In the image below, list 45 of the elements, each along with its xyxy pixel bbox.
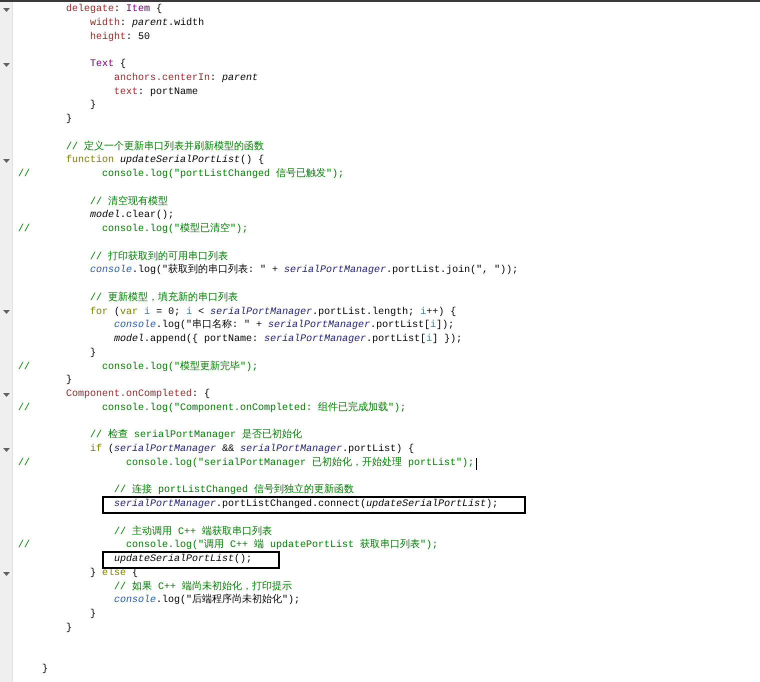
code-line: model.clear(); [90,209,174,223]
code-line: Component.onCompleted: { [66,388,210,402]
code-line: // 连接 portListChanged 信号到独立的更新函数 [114,484,354,498]
code-line: // 如果 C++ 端尚未初始化，打印提示 [114,580,292,594]
code-line: updateSerialPortList(); [114,554,252,565]
fold-arrow-icon[interactable] [2,62,10,67]
code-line: if (serialPortManager && serialPortManager.portList) { [90,443,414,456]
code-line: } [66,374,72,388]
code-line: function updateSerialPortList() { [66,154,264,168]
code-line: } [42,663,48,677]
code-line: model.append({ portName: serialPortManager.portList[i] }); [114,333,462,347]
code-line: height: 50 [90,30,150,44]
code-line: } [66,113,72,127]
code-line: // console.log("portListChanged 信号已触发"); [18,168,344,182]
code-line: console.log("串口名称: " + serialPortManager.portList[i]); [114,319,454,333]
fold-arrow-icon[interactable] [2,392,10,397]
code-line: // 清空现有模型 [90,196,168,210]
code-line: // 主动调用 C++ 端获取串口列表 [114,526,272,538]
code-line: console.log("获取到的串口列表: " + serialPortManager.portList.join(", ")); [90,264,518,278]
code-line: // console.log("模型已清空"); [18,223,248,237]
code-line: // 检查 serialPortManager 是否已初始化 [90,429,302,443]
code-line: anchors.centerIn: parent [114,72,258,86]
code-line: } [90,346,96,360]
fold-arrow-icon[interactable] [2,572,10,576]
code-line: delegate: Item { [66,3,162,17]
code-line: } [90,99,96,113]
code-line: // 更新模型，填充新的串口列表 [90,292,238,306]
code-line: // console.log("模型更新完毕"); [18,360,258,374]
fold-arrow-icon[interactable] [2,448,10,452]
code-line: // 打印获取到的可用串口列表 [90,250,228,264]
code-line: } [90,608,96,622]
code-line: } [66,622,72,636]
fold-arrow-icon[interactable] [2,310,10,314]
code-line: // console.log("serialPortManager 已初始化，开始处理 portList"); [18,456,474,470]
code-line: width: parent.width [90,16,204,30]
code-line: Text { [90,58,126,72]
code-line: text: portName [114,86,198,100]
code-line: // 定义一个更新串口列表并刷新模型的函数 [66,140,264,154]
code-line: serialPortManager.portListChanged.connect(updateSerialPortList); [114,499,498,510]
code-line: // console.log("Component.onCompleted: 组件已完成加载"); [18,402,406,416]
code-line: // console.log("调用 C++ 端 updatePortList 获取串口列表"); [18,539,438,553]
code-line: for (var i = 0; i < serialPortManager.portList.length; i++) { [90,306,456,318]
fold-arrow-icon[interactable] [2,159,10,164]
code-line: console.log("后端程序尚未初始化"); [114,594,300,608]
fold-arrow-icon[interactable] [2,8,10,12]
